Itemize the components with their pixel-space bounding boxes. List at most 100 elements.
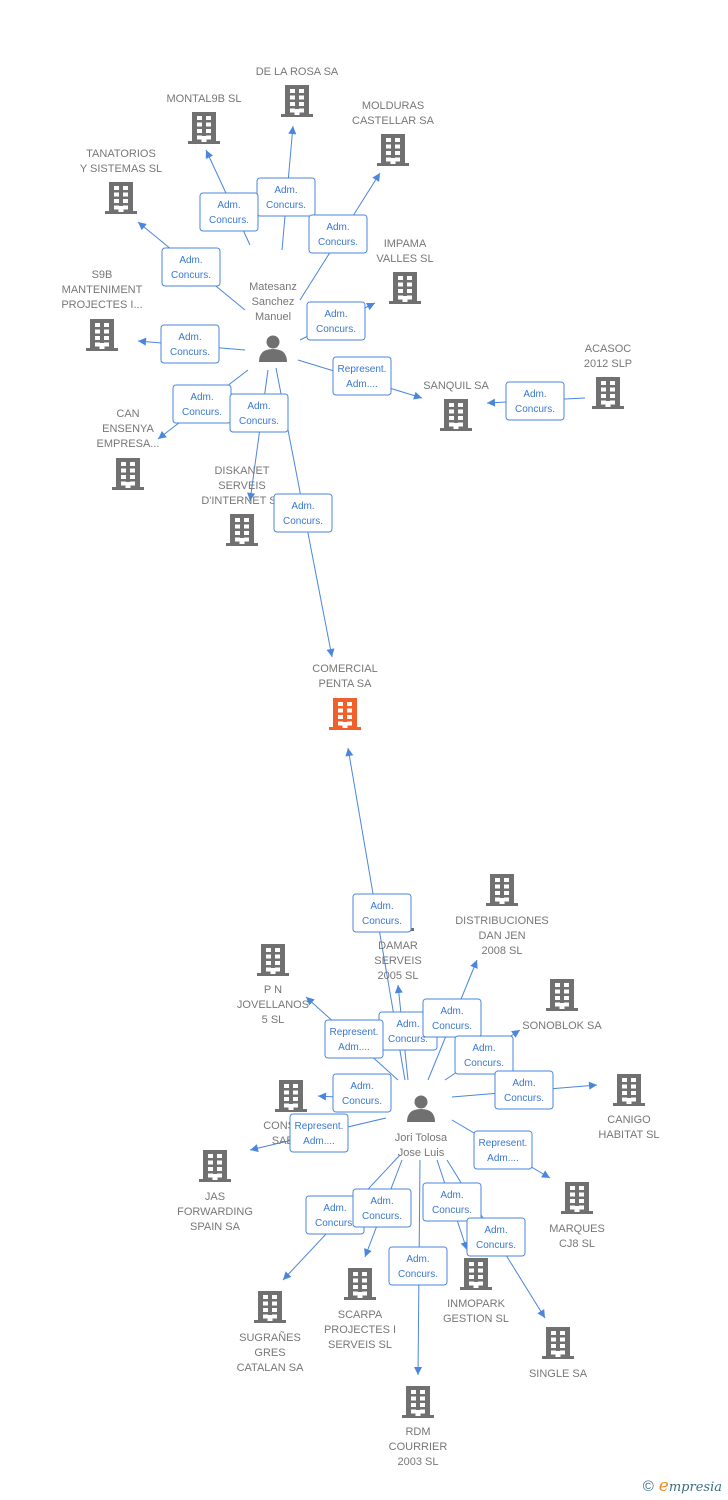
company-node-scarpa[interactable]: SCARPA PROJECTES I SERVEIS SL (324, 1268, 396, 1351)
company-label: MARQUES (549, 1223, 605, 1235)
relation-label-box[interactable]: Adm. Concurs. (422, 1182, 482, 1222)
relation-label-box[interactable]: Adm. Concurs. (172, 384, 232, 424)
company-label: PENTA SA (319, 678, 373, 690)
company-label: S9B (92, 269, 113, 281)
relation-label-box[interactable]: Adm. Concurs. (422, 998, 482, 1038)
arrow-head-icon (541, 1170, 550, 1178)
company-node-distribuciones[interactable]: DISTRIBUCIONES DAN JEN 2008 SL (455, 874, 549, 957)
relation-label-box[interactable]: Adm. Concurs. (332, 1073, 392, 1113)
company-node-rdm[interactable]: RDM COURRIER 2003 SL (389, 1386, 448, 1468)
company-label: CATALAN SA (237, 1362, 304, 1374)
company-node-jas[interactable]: JAS FORWARDING SPAIN SA (177, 1150, 253, 1233)
empresia-logo[interactable]: empresia (659, 1476, 722, 1496)
company-node-delarosa[interactable]: DE LA ROSA SA (256, 66, 339, 117)
relation-label-text: Represent. (330, 1027, 379, 1038)
building-icon (257, 944, 289, 976)
company-label: SUGRAÑES (239, 1331, 301, 1344)
relation-label-text: Concurs. (362, 916, 402, 927)
company-node-marques[interactable]: MARQUES CJ8 SL (549, 1182, 605, 1250)
company-node-single[interactable]: SINGLE SA (529, 1327, 588, 1380)
relation-label-box[interactable]: Adm. Concurs. (388, 1246, 448, 1286)
person-icon (407, 1095, 435, 1122)
building-icon (329, 698, 361, 730)
company-node-tanatorios[interactable]: TANATORIOS Y SISTEMAS SL (80, 148, 162, 214)
company-label: FORWARDING (177, 1206, 253, 1218)
person-node-jori[interactable]: Jori Tolosa Jose Luis (395, 1095, 448, 1160)
building-icon (460, 1258, 492, 1290)
relation-label-box[interactable]: Adm. Concurs. (466, 1217, 526, 1257)
company-node-comercial[interactable]: COMERCIAL PENTA SA (312, 663, 378, 730)
relation-label-text: Adm. (350, 1081, 373, 1092)
company-node-canigo[interactable]: CANIGO HABITAT SL (598, 1074, 660, 1141)
relation-label-text: Concurs. (515, 404, 555, 415)
company-node-sanquil[interactable]: SANQUIL SA (423, 380, 489, 431)
building-icon (542, 1327, 574, 1359)
relation-label-box[interactable]: Adm. Concurs. (229, 393, 289, 433)
company-node-impama[interactable]: IMPAMA VALLES SL (376, 238, 434, 304)
relation-label-box[interactable]: Adm. Concurs. (160, 324, 220, 364)
company-label: DISKANET (214, 465, 269, 477)
company-node-can[interactable]: CAN ENSENYA EMPRESA... (97, 408, 160, 490)
relation-label-box[interactable]: Adm. Concurs. (256, 177, 316, 217)
company-label: SERVEIS SL (328, 1339, 392, 1351)
company-label: 2012 SLP (584, 358, 632, 370)
edge-labels-layer: Adm.Concurs.Adm.Concurs.Adm.Concurs.Adm.… (160, 177, 565, 1286)
building-icon (105, 182, 137, 214)
relation-label-box[interactable]: Adm. Concurs. (494, 1070, 554, 1110)
relation-label-box[interactable]: Adm. Concurs. (306, 301, 366, 341)
company-node-diskanet[interactable]: DISKANET SERVEIS D'INTERNET SL (201, 465, 283, 546)
company-node-acasoc[interactable]: ACASOC 2012 SLP (584, 343, 632, 409)
relation-label-text: Adm. (472, 1043, 495, 1054)
relation-label-box[interactable]: Adm. Concurs. (308, 214, 368, 254)
company-node-molduras[interactable]: MOLDURAS CASTELLAR SA (352, 100, 435, 166)
relation-label-box[interactable]: Represent. Adm.... (332, 356, 392, 396)
relation-label-text: Adm.... (338, 1042, 370, 1053)
relation-label-box[interactable]: Adm. Concurs. (505, 381, 565, 421)
company-label: SCARPA (338, 1309, 383, 1321)
relation-label-box[interactable]: Adm. Concurs. (352, 893, 412, 933)
building-icon (226, 514, 258, 546)
building-icon (546, 979, 578, 1011)
relation-label-text: Adm. (484, 1225, 507, 1236)
company-label: MANTENIMENT (62, 284, 143, 296)
relation-label-text: Adm. (178, 332, 201, 343)
arrow-head-icon (537, 1309, 545, 1318)
company-label: PROJECTES I (324, 1324, 396, 1336)
relation-label-box[interactable]: Represent. Adm.... (473, 1130, 533, 1170)
company-label: 2008 SL (482, 945, 523, 957)
relation-label-box[interactable]: Represent. Adm.... (289, 1113, 349, 1153)
person-icon (259, 335, 287, 362)
relation-label-text: Concurs. (432, 1021, 472, 1032)
company-label: Y SISTEMAS SL (80, 163, 162, 175)
relation-label-box[interactable]: Represent. Adm.... (324, 1019, 384, 1059)
building-icon (254, 1291, 286, 1323)
relation-label-text: Adm. (396, 1019, 419, 1030)
relation-label-text: Concurs. (476, 1240, 516, 1251)
arrow-head-icon (138, 337, 147, 346)
person-label: Jori Tolosa (395, 1132, 448, 1144)
company-label: IMPAMA (384, 238, 427, 250)
company-node-sonoblok[interactable]: SONOBLOK SA (522, 979, 602, 1032)
person-node-matesanz[interactable]: Matesanz Sanchez Manuel (249, 281, 297, 362)
relation-label-text: Concurs. (171, 270, 211, 281)
relation-label-text: Concurs. (318, 237, 358, 248)
company-node-s9b[interactable]: S9B MANTENIMENT PROJECTES I... (61, 269, 143, 351)
relation-label-text: Concurs. (432, 1205, 472, 1216)
arrow-head-icon (345, 748, 354, 757)
building-icon (402, 1386, 434, 1418)
company-label: CAN (116, 408, 139, 420)
relation-label-box[interactable]: Adm. Concurs. (454, 1035, 514, 1075)
company-node-pn[interactable]: P N JOVELLANOS 5 SL (237, 944, 309, 1026)
company-node-inmopark[interactable]: INMOPARK GESTION SL (443, 1258, 509, 1325)
relation-label-box[interactable]: Adm. Concurs. (352, 1188, 412, 1228)
arrow-head-icon (394, 985, 403, 994)
relation-label-box[interactable]: Adm. Concurs. (199, 192, 259, 232)
relation-label-text: Adm. (323, 1203, 346, 1214)
relation-label-box[interactable]: Adm. Concurs. (273, 493, 333, 533)
relation-label-text: Adm. (512, 1078, 535, 1089)
company-node-montal9b[interactable]: MONTAL9B SL (167, 93, 242, 144)
company-node-sugranes[interactable]: SUGRAÑES GRES CATALAN SA (237, 1291, 304, 1374)
arrow-head-icon (588, 1081, 597, 1090)
relation-label-box[interactable]: Adm. Concurs. (161, 247, 221, 287)
company-label: ACASOC (585, 343, 632, 355)
